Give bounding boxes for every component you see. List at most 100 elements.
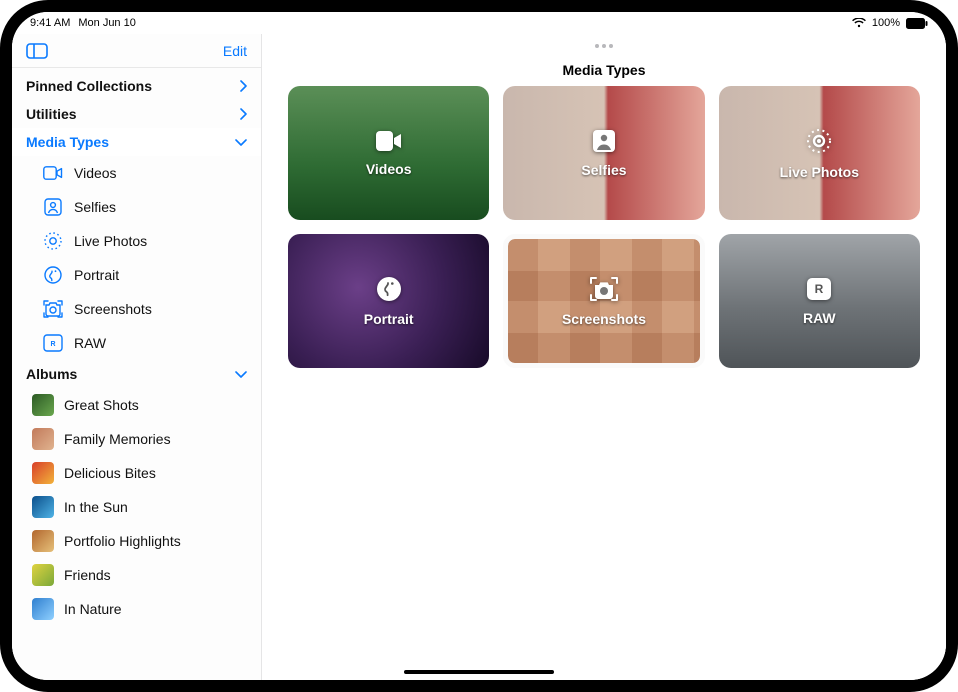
screenshots-icon (589, 276, 619, 307)
card-raw[interactable]: R RAW (719, 234, 920, 368)
card-overlay: Portrait (288, 234, 489, 368)
sidebar-item-label: Selfies (74, 199, 116, 215)
sidebar-album-family-memories[interactable]: Family Memories (12, 422, 261, 456)
sidebar-item-label: Screenshots (74, 301, 152, 317)
multitask-indicator[interactable] (262, 34, 946, 58)
chevron-down-icon (235, 138, 247, 146)
wifi-icon (852, 18, 866, 28)
live-photos-icon (805, 127, 833, 160)
edit-button[interactable]: Edit (223, 43, 247, 59)
card-live-photos[interactable]: Live Photos (719, 86, 920, 220)
sidebar-section-label: Pinned Collections (26, 78, 152, 94)
card-overlay: Selfies (503, 86, 704, 220)
svg-text:R: R (50, 341, 55, 348)
sidebar-section-label: Media Types (26, 134, 109, 150)
main-panel: Media Types Videos (262, 34, 946, 680)
sidebar-section-media-types[interactable]: Media Types (12, 128, 261, 156)
card-overlay: Live Photos (719, 86, 920, 220)
sidebar-album-portfolio-highlights[interactable]: Portfolio Highlights (12, 524, 261, 558)
selfies-icon (42, 196, 64, 218)
video-icon (375, 130, 403, 157)
sidebar-item-label: Portfolio Highlights (64, 533, 181, 549)
card-label: Videos (366, 161, 412, 177)
status-date: Mon Jun 10 (78, 17, 135, 29)
screen: 9:41 AM Mon Jun 10 100% (12, 12, 946, 680)
album-thumb-icon (32, 496, 54, 518)
sidebar-item-label: Portrait (74, 267, 119, 283)
selfies-icon (592, 129, 616, 158)
sidebar-item-selfies[interactable]: Selfies (22, 190, 261, 224)
sidebar-item-label: Great Shots (64, 397, 139, 413)
status-left: 9:41 AM Mon Jun 10 (30, 17, 136, 29)
sidebar: Edit Pinned Collections Utilities (12, 34, 262, 680)
sidebar-list[interactable]: Pinned Collections Utilities Media Types (12, 68, 261, 680)
sidebar-item-label: Videos (74, 165, 117, 181)
chevron-down-icon (235, 370, 247, 378)
page-title: Media Types (262, 58, 946, 86)
album-thumb-icon (32, 564, 54, 586)
status-battery-percent: 100% (872, 17, 900, 29)
sidebar-section-pinned-collections[interactable]: Pinned Collections (12, 72, 261, 100)
card-label: Screenshots (562, 311, 646, 327)
status-time: 9:41 AM (30, 17, 70, 29)
content-area: Edit Pinned Collections Utilities (12, 34, 946, 680)
sidebar-item-raw[interactable]: R RAW (22, 326, 261, 360)
svg-text:R: R (815, 282, 824, 296)
card-screenshots[interactable]: Screenshots (503, 234, 704, 368)
status-bar: 9:41 AM Mon Jun 10 100% (12, 12, 946, 34)
portrait-icon (42, 264, 64, 286)
sidebar-item-label: Delicious Bites (64, 465, 156, 481)
chevron-right-icon (239, 80, 247, 92)
sidebar-section-label: Utilities (26, 106, 77, 122)
sidebar-header: Edit (12, 34, 261, 68)
album-thumb-icon (32, 530, 54, 552)
sidebar-album-great-shots[interactable]: Great Shots (12, 388, 261, 422)
card-videos[interactable]: Videos (288, 86, 489, 220)
sidebar-album-in-the-sun[interactable]: In the Sun (12, 490, 261, 524)
raw-icon: R (806, 277, 832, 306)
sidebar-item-label: Friends (64, 567, 111, 583)
portrait-icon (376, 276, 402, 307)
card-overlay: Videos (288, 86, 489, 220)
raw-icon: R (42, 332, 64, 354)
home-indicator[interactable] (404, 670, 554, 674)
sidebar-media-types-list: Videos Selfies Live Photos (12, 156, 261, 360)
album-thumb-icon (32, 598, 54, 620)
sidebar-item-live-photos[interactable]: Live Photos (22, 224, 261, 258)
sidebar-section-label: Albums (26, 366, 77, 382)
sidebar-item-label: In Nature (64, 601, 122, 617)
sidebar-item-label: Family Memories (64, 431, 171, 447)
sidebar-album-friends[interactable]: Friends (12, 558, 261, 592)
sidebar-album-delicious-bites[interactable]: Delicious Bites (12, 456, 261, 490)
status-right: 100% (852, 17, 928, 29)
album-thumb-icon (32, 428, 54, 450)
card-label: RAW (803, 310, 836, 326)
album-thumb-icon (32, 394, 54, 416)
live-photos-icon (42, 230, 64, 252)
screenshots-icon (42, 298, 64, 320)
sidebar-toggle-icon[interactable] (26, 43, 48, 59)
sidebar-item-label: RAW (74, 335, 106, 351)
card-portrait[interactable]: Portrait (288, 234, 489, 368)
sidebar-item-screenshots[interactable]: Screenshots (22, 292, 261, 326)
card-label: Portrait (364, 311, 414, 327)
sidebar-item-videos[interactable]: Videos (22, 156, 261, 190)
battery-icon (906, 18, 928, 29)
multitask-dots-icon (595, 44, 613, 48)
card-overlay: R RAW (719, 234, 920, 368)
ipad-device-frame: 9:41 AM Mon Jun 10 100% (0, 0, 958, 692)
sidebar-item-label: In the Sun (64, 499, 128, 515)
video-icon (42, 162, 64, 184)
sidebar-item-label: Live Photos (74, 233, 147, 249)
media-types-grid: Videos Selfies (262, 86, 946, 368)
card-overlay: Screenshots (508, 239, 699, 363)
sidebar-section-utilities[interactable]: Utilities (12, 100, 261, 128)
chevron-right-icon (239, 108, 247, 120)
sidebar-section-albums[interactable]: Albums (12, 360, 261, 388)
sidebar-album-in-nature[interactable]: In Nature (12, 592, 261, 626)
card-selfies[interactable]: Selfies (503, 86, 704, 220)
album-thumb-icon (32, 462, 54, 484)
sidebar-item-portrait[interactable]: Portrait (22, 258, 261, 292)
card-label: Selfies (581, 162, 626, 178)
card-label: Live Photos (780, 164, 859, 180)
